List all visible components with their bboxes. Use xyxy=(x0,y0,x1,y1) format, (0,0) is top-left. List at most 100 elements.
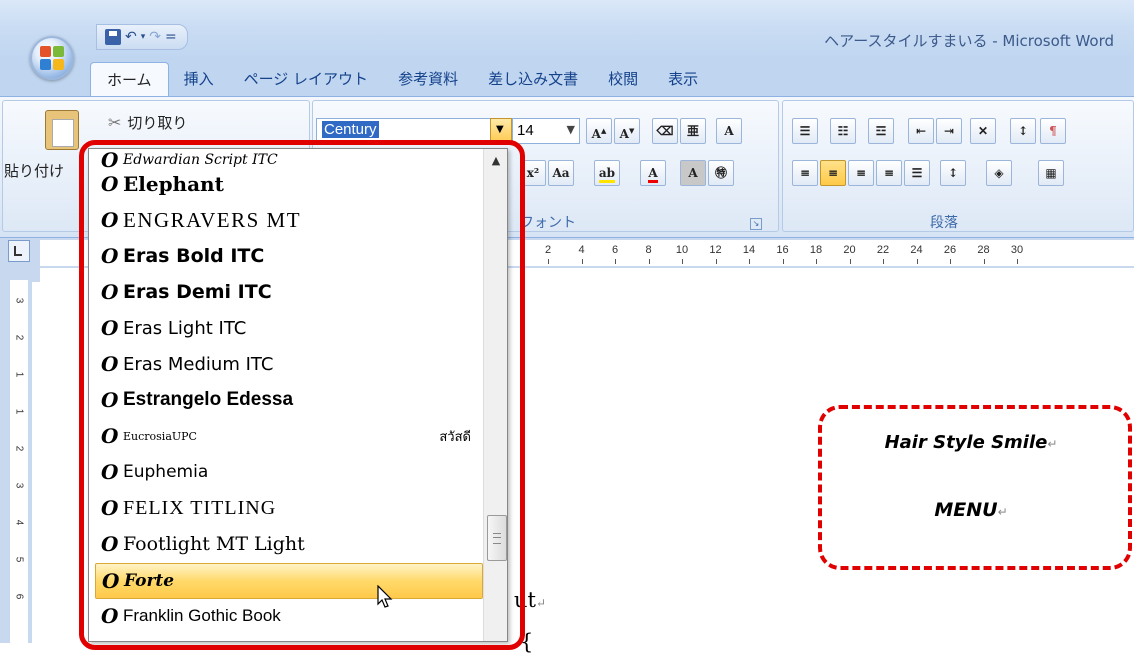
align-left-icon[interactable]: ≡ xyxy=(792,160,818,186)
font-list-item[interactable]: O Eras Demi ITC xyxy=(95,275,481,309)
font-dropdown-button[interactable]: ▼ xyxy=(490,118,512,144)
ruler-tick-mark xyxy=(983,259,985,264)
font-list-item[interactable]: O Euphemia xyxy=(95,455,481,489)
vertical-ruler-tick-label: 1 xyxy=(13,408,25,415)
ruler-tick-mark xyxy=(883,259,884,264)
ruler-tick-mark xyxy=(615,259,616,264)
ruler-tick-label: 26 xyxy=(943,244,957,256)
ruler-tick-mark xyxy=(916,259,918,264)
opentype-font-icon: O xyxy=(101,424,119,448)
distribute-icon[interactable]: ☰ xyxy=(904,160,930,186)
font-list-item-label: Eras Medium ITC xyxy=(123,353,274,375)
char-shading-icon[interactable]: A xyxy=(680,160,706,186)
font-list-item[interactable]: O EucrosiaUPC สวัสดี xyxy=(95,419,481,453)
undo-dropdown-icon[interactable]: ▾ xyxy=(141,32,146,42)
scrollbar-thumb[interactable] xyxy=(487,515,507,561)
font-list-item[interactable]: O Eras Bold ITC xyxy=(95,239,481,273)
borders-icon[interactable]: ▦ xyxy=(1038,160,1064,186)
font-list-item[interactable]: O Forte xyxy=(95,563,483,599)
document-text-fragment: ut↵ xyxy=(514,588,547,612)
shading-icon[interactable]: ◈ xyxy=(986,160,1012,186)
increase-indent-icon[interactable]: ⇥ xyxy=(936,118,962,144)
align-right-icon[interactable]: ≡ xyxy=(848,160,874,186)
vertical-ruler-tick-label: 3 xyxy=(13,297,25,304)
redo-icon[interactable]: ↷ xyxy=(149,29,161,45)
ruler-tick-mark xyxy=(950,259,951,264)
font-dialog-launcher-icon[interactable]: ↘ xyxy=(750,218,762,230)
decrease-indent-icon[interactable]: ⇤ xyxy=(908,118,934,144)
tab-view[interactable]: 表示 xyxy=(653,68,713,97)
cut-button[interactable]: ✂ 切り取り xyxy=(108,112,187,133)
phonetic-guide-icon[interactable]: 亜 xyxy=(680,118,706,144)
superscript-icon[interactable]: x² xyxy=(520,160,546,186)
font-size-value: 14 xyxy=(517,122,534,139)
line-spacing-icon[interactable]: ↕ xyxy=(940,160,966,186)
font-list-item[interactable]: O Estrangelo Edessa xyxy=(95,383,481,417)
chevron-down-icon: ▼ xyxy=(496,124,504,135)
opentype-font-icon: O xyxy=(101,280,119,304)
char-border-icon[interactable]: A xyxy=(716,118,742,144)
customize-qat-button[interactable]: = xyxy=(165,29,177,45)
ruler-tick-label: 18 xyxy=(809,244,823,256)
show-marks-icon[interactable]: ¶ xyxy=(1040,118,1066,144)
paragraph-group-label: 段落 xyxy=(930,215,958,231)
tab-review[interactable]: 校閲 xyxy=(593,68,653,97)
undo-icon[interactable]: ↶ xyxy=(125,29,137,45)
ruler-tick-mark xyxy=(715,259,717,264)
tab-insert[interactable]: 挿入 xyxy=(169,68,229,97)
align-center-icon[interactable]: ≡ xyxy=(820,160,846,186)
opentype-font-icon: O xyxy=(101,244,119,268)
scroll-up-icon[interactable]: ▲ xyxy=(484,149,507,173)
justify-icon[interactable]: ≡ xyxy=(876,160,902,186)
font-list-item-label: Edwardian Script ITC xyxy=(123,152,278,168)
font-list-item[interactable]: O Eras Light ITC xyxy=(95,311,481,345)
quick-access-toolbar: ↶ ▾ ↷ = xyxy=(96,24,188,50)
ruler-tick-mark xyxy=(648,259,650,264)
tab-home[interactable]: ホーム xyxy=(90,62,169,97)
ruler-tick-label: 12 xyxy=(709,244,722,256)
change-case-icon[interactable]: Aa xyxy=(548,160,574,186)
font-name-box[interactable]: Century xyxy=(316,118,512,144)
vertical-ruler-tick-label: 2 xyxy=(13,445,25,452)
font-list-item[interactable]: O FELIX TITLING xyxy=(95,491,481,525)
font-list-item-label: Forte xyxy=(124,571,175,591)
opentype-font-icon: O xyxy=(101,496,119,520)
frame-title-text: Hair Style Smile↵ xyxy=(884,432,1058,453)
font-list-item[interactable]: O Franklin Gothic Book xyxy=(95,599,481,633)
text-frame[interactable] xyxy=(818,405,1132,570)
tab-selector-icon[interactable] xyxy=(8,240,30,262)
multilevel-list-icon[interactable]: ☲ xyxy=(868,118,894,144)
sort-icon[interactable]: ↕ xyxy=(1010,118,1036,144)
office-button[interactable] xyxy=(30,36,74,80)
font-list-item[interactable]: O Eras Medium ITC xyxy=(95,347,481,381)
enclosed-char-icon[interactable]: ㊕ xyxy=(708,160,734,186)
ruler-tick-mark xyxy=(682,259,683,264)
ribbon-tabs: ホーム 挿入 ページ レイアウト 参考資料 差し込み文書 校閲 表示 xyxy=(90,62,713,97)
font-list-item-label: Eras Bold ITC xyxy=(123,245,265,267)
font-list-item[interactable]: O Footlight MT Light xyxy=(95,527,481,561)
clear-format-icon[interactable]: ⌫ xyxy=(652,118,678,144)
dropdown-scrollbar[interactable]: ▲ xyxy=(483,149,507,641)
bullets-icon[interactable]: ☰ xyxy=(792,118,818,144)
grip-icon xyxy=(493,533,501,544)
numbering-icon[interactable]: ☷ xyxy=(830,118,856,144)
asian-layout-icon[interactable]: ✕ xyxy=(970,118,996,144)
shrink-font-button[interactable]: A▼ xyxy=(614,118,640,144)
tab-references[interactable]: 参考資料 xyxy=(383,68,473,97)
vertical-ruler-tick-label: 5 xyxy=(13,556,25,563)
font-list-item[interactable]: O Elephant xyxy=(95,167,481,201)
grow-font-button[interactable]: A▲ xyxy=(586,118,612,144)
ruler-tick-label: 10 xyxy=(675,244,689,256)
chevron-down-icon: ▼ xyxy=(566,123,575,136)
font-color-icon[interactable]: A xyxy=(640,160,666,186)
tab-page-layout[interactable]: ページ レイアウト xyxy=(229,68,383,97)
highlight-color-icon[interactable]: ab xyxy=(594,160,620,186)
opentype-font-icon: O xyxy=(101,172,119,196)
font-dropdown-list[interactable]: O Edwardian Script ITC O Elephant O ENGRAVERS… xyxy=(88,148,508,642)
font-group-label: フォント xyxy=(520,215,576,231)
font-list-item[interactable]: O ENGRAVERS MT xyxy=(95,203,481,237)
save-icon[interactable] xyxy=(105,29,121,45)
ruler-tick-label: 22 xyxy=(876,244,890,256)
font-size-box[interactable]: 14 ▼ xyxy=(512,118,580,144)
tab-mailings[interactable]: 差し込み文書 xyxy=(473,68,593,97)
